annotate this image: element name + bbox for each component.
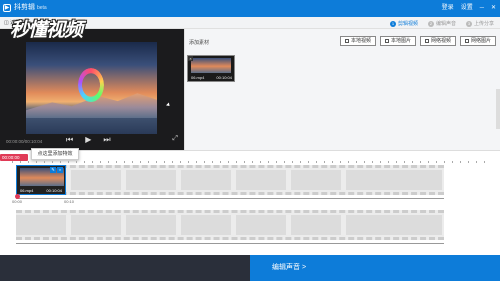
empty-slot [291, 170, 341, 190]
button-label: 网络视频 [430, 38, 451, 44]
watermark-text: 秒懂视频 [10, 20, 83, 41]
material-buttons: 本地视频 本地图片 网络视频 网络图片 [339, 36, 496, 46]
tick-label: 00:10 [64, 199, 75, 204]
material-name: 06.mp4 [191, 75, 205, 80]
step-edit-sound[interactable]: 2 编辑声音 [427, 20, 456, 27]
empty-slot [392, 170, 442, 190]
delete-icon[interactable]: × [57, 167, 63, 173]
empty-slot [71, 170, 121, 190]
video-preview-panel: 00:00:00/00:10:04 ⏮ ▶ ⏭ ⤢ [0, 29, 184, 150]
material-item[interactable]: × 06.mp4 00:10:04 [187, 55, 235, 82]
step-number: 1 [389, 20, 396, 27]
button-label: 本地图片 [390, 38, 411, 44]
fullscreen-icon[interactable]: ⤢ [172, 135, 178, 143]
empty-slot [181, 215, 231, 235]
marker-time: 00:00:00 [2, 155, 20, 160]
material-label: 添加素材 [189, 40, 210, 46]
app-version: beta [36, 5, 47, 11]
step-label: 上传分享 [473, 21, 494, 27]
network-video-button[interactable]: 网络视频 [419, 36, 456, 46]
effect-ring [78, 68, 104, 102]
remove-icon[interactable]: × [188, 56, 193, 61]
material-panel: 添加素材 本地视频 本地图片 网络视频 网络图片 × 06.mp4 00:10:… [184, 29, 500, 150]
login-link[interactable]: 登录 [442, 3, 454, 13]
add-effect-tooltip[interactable]: 点这里添加特效 [31, 148, 79, 160]
step-edit-video[interactable]: 1 剪辑视频 [389, 20, 418, 27]
empty-slot [236, 215, 286, 235]
step-indicator: 1 剪辑视频 2 编辑声音 3 上传分享 [389, 20, 494, 27]
previous-icon[interactable]: ⏮ [66, 135, 73, 145]
app-logo-icon: ▶ [3, 4, 11, 12]
image-icon [384, 39, 389, 43]
settings-link[interactable]: 设置 [461, 3, 473, 13]
button-label: 本地视频 [350, 38, 371, 44]
step-number: 2 [427, 20, 434, 27]
empty-slot [181, 170, 231, 190]
track-baseline [16, 198, 444, 199]
material-thumbnail [191, 58, 231, 73]
local-image-button[interactable]: 本地图片 [379, 36, 416, 46]
empty-slot [126, 215, 176, 235]
minimize-button[interactable]: ─ [480, 3, 484, 13]
empty-slot [71, 215, 121, 235]
mouse-cursor-icon [166, 102, 171, 108]
time-marker[interactable]: 00:00:00 [0, 154, 28, 161]
empty-slot [392, 215, 442, 235]
window-controls: 登录 设置 ─ ✕ [442, 3, 496, 13]
time-ruler [12, 161, 492, 163]
step-number: 3 [465, 20, 472, 27]
tick-label: 00:00 [12, 199, 23, 204]
playback-controls: ⏮ ▶ ⏭ [66, 135, 111, 145]
video-track[interactable]: ✎ × 06.mp4 00:10:04 [16, 165, 444, 195]
clip-duration: 00:10:04 [46, 188, 62, 193]
preview-timecode: 00:00:00/00:10:04 [6, 139, 43, 144]
empty-slot [16, 215, 66, 235]
empty-slot [346, 215, 396, 235]
step-label: 剪辑视频 [397, 21, 418, 27]
timeline: 00:00:00 点这里添加特效 ✎ × 06.mp4 00:10:04 00:… [0, 148, 500, 255]
empty-slot [236, 170, 286, 190]
play-icon[interactable]: ▶ [85, 135, 91, 145]
video-icon [344, 39, 349, 43]
local-video-button[interactable]: 本地视频 [339, 36, 376, 46]
edit-icon[interactable]: ✎ [50, 167, 56, 173]
app-title: 抖剪辑 beta [14, 3, 47, 13]
scrollbar[interactable] [496, 89, 500, 129]
empty-slot [126, 170, 176, 190]
step-upload-share[interactable]: 3 上传分享 [465, 20, 494, 27]
edit-sound-button[interactable]: 编辑声音 > [250, 255, 500, 281]
video-icon [424, 39, 429, 43]
app-window: ▶ 抖剪辑 beta 登录 设置 ─ ✕ ◫ 返回首页 1 剪辑视频 2 编辑声音 … [0, 0, 500, 281]
close-button[interactable]: ✕ [491, 3, 496, 13]
app-title-text: 抖剪辑 [14, 4, 35, 11]
image-icon [464, 39, 469, 43]
clip-name: 06.mp4 [20, 188, 34, 193]
video-clip[interactable]: ✎ × 06.mp4 00:10:04 [16, 165, 66, 195]
button-label: 网络图片 [470, 38, 491, 44]
effect-track[interactable] [16, 210, 444, 240]
step-label: 编辑声音 [435, 21, 456, 27]
material-duration: 00:10:04 [216, 75, 232, 80]
empty-slot [346, 170, 396, 190]
video-frame[interactable] [26, 42, 157, 134]
track-baseline [16, 243, 444, 244]
next-icon[interactable]: ⏭ [103, 135, 110, 145]
empty-slot [291, 215, 341, 235]
network-image-button[interactable]: 网络图片 [459, 36, 496, 46]
footer-bar: 编辑声音 > [0, 255, 500, 281]
